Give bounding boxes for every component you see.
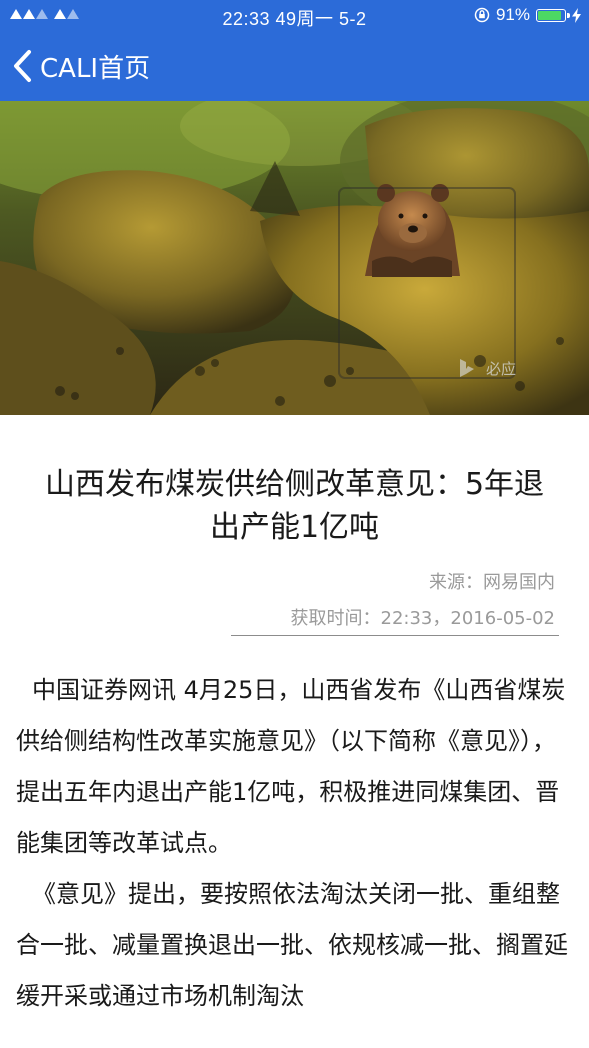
battery-percent: 91% [495,5,530,24]
divider [231,635,559,636]
status-bar: 22:33 49周一 5-2 91% [0,0,589,32]
article-paragraph: 中国证券网讯 4月25日，山西省发布《山西省煤炭供给侧结构性改革实施意见》（以下… [16,676,566,857]
back-label: CALI首页 [40,53,151,84]
battery-icon [536,8,570,22]
article-title: 山西发布煤炭供给侧改革意见：5年退出产能1亿吨 [44,467,545,545]
rotation-lock-icon [474,7,490,23]
article-source: 来源：网易国内 [429,572,555,593]
back-button[interactable]: CALI首页 [10,46,150,86]
article-paragraph: 《意见》提出，要按照依法淘汰关闭一批、重组整合一批、减量置换退出一批、依规核减一… [16,880,568,1010]
hero-image: 必应 [0,101,589,415]
article-time: 获取时间：22:33，2016-05-02 [290,608,555,629]
bear-on-rocks-image: 必应 [0,101,589,415]
watermark-text: 必应 [486,360,516,378]
bear [365,184,460,277]
status-time: 22:33 [222,9,270,29]
article-body: 中国证券网讯 4月25日，山西省发布《山西省煤炭供给侧结构性改革实施意见》（以下… [16,665,569,1022]
chevron-left-icon [14,50,31,82]
status-extra: 49周一 5-2 [275,9,367,29]
charging-bolt-icon [572,7,581,23]
status-right: 91% [474,5,581,25]
nav-bar: CALI首页 [0,32,589,101]
